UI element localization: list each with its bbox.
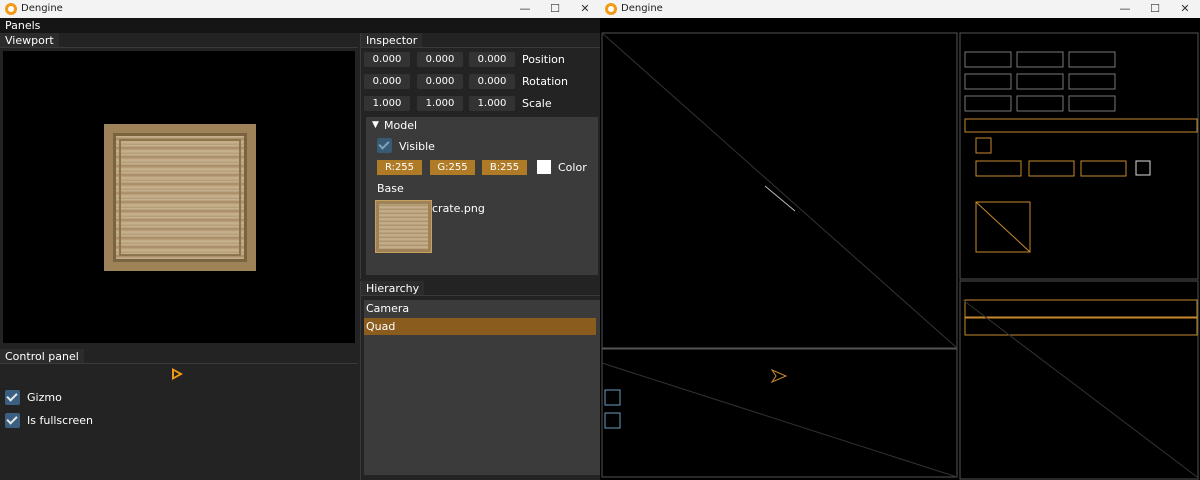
edge-swatch: [1135, 160, 1151, 176]
model-header[interactable]: Model: [384, 119, 417, 132]
edge-diagonal: [975, 201, 1031, 253]
color-label: Color: [558, 161, 587, 174]
edge-crate-line: [764, 185, 796, 212]
rotation-y-field[interactable]: 0.000: [417, 74, 463, 89]
edge-color-button: [1028, 160, 1075, 177]
edge-model-header: [964, 118, 1198, 133]
edge-render-canvas: [601, 32, 1199, 480]
title-bar-edge: Dengine — ☐ ✕: [600, 0, 1200, 18]
color-red-button[interactable]: R:255: [377, 160, 422, 175]
edge-gizmo-checkbox: [604, 389, 621, 406]
texture-thumbnail[interactable]: [375, 200, 432, 253]
inspector-panel: Inspector 0.000 0.000 0.000 Position 0.0…: [360, 33, 600, 279]
edge-diagonal: [601, 32, 958, 349]
rotation-z-field[interactable]: 0.000: [469, 74, 515, 89]
edge-field: [964, 51, 1012, 68]
tab-viewport[interactable]: Viewport: [0, 33, 59, 48]
edge-field: [964, 73, 1012, 90]
title-bar: Dengine — ☐ ✕: [0, 0, 600, 18]
tab-divider: [361, 47, 600, 48]
edge-diagonal: [962, 299, 1198, 478]
tab-hierarchy[interactable]: Hierarchy: [361, 281, 425, 296]
edge-field: [1016, 95, 1064, 112]
fullscreen-label: Is fullscreen: [27, 414, 93, 427]
collapse-triangle-icon[interactable]: ▼: [372, 120, 379, 130]
edge-hierarchy-outline: [959, 280, 1199, 480]
edge-color-button: [975, 160, 1022, 177]
scale-x-field[interactable]: 1.000: [364, 96, 410, 111]
play-icon[interactable]: [172, 368, 183, 380]
app-logo-icon: [5, 3, 17, 15]
viewport-panel: Viewport: [0, 33, 358, 348]
edge-diagonal: [601, 362, 958, 478]
edge-control-outline: [601, 348, 958, 478]
color-blue-button[interactable]: B:255: [482, 160, 527, 175]
tab-divider: [361, 295, 600, 296]
scale-z-field[interactable]: 1.000: [469, 96, 515, 111]
edge-field: [1016, 51, 1064, 68]
control-panel: Control panel Gizmo Is fullscreen: [0, 349, 358, 480]
edge-field: [1068, 51, 1116, 68]
window-title: Dengine: [21, 3, 63, 14]
close-button-edge[interactable]: ✕: [1170, 0, 1200, 18]
visible-label: Visible: [399, 140, 435, 153]
position-z-field[interactable]: 0.000: [469, 52, 515, 67]
edge-color-button: [1080, 160, 1127, 177]
tab-inspector[interactable]: Inspector: [361, 33, 423, 48]
hierarchy-item-camera[interactable]: Camera: [364, 300, 596, 317]
edge-field: [1016, 73, 1064, 90]
edge-field: [1068, 73, 1116, 90]
window-title-edge: Dengine: [621, 3, 663, 14]
position-x-field[interactable]: 0.000: [364, 52, 410, 67]
position-label: Position: [522, 53, 565, 66]
edge-visible-checkbox: [975, 137, 992, 154]
edge-hierarchy-row: [964, 299, 1198, 318]
tab-control-panel[interactable]: Control panel: [0, 349, 84, 364]
rotation-x-field[interactable]: 0.000: [364, 74, 410, 89]
gizmo-label: Gizmo: [27, 391, 62, 404]
texture-filename: crate.png: [432, 202, 485, 215]
scale-y-field[interactable]: 1.000: [417, 96, 463, 111]
edge-field: [964, 95, 1012, 112]
color-green-button[interactable]: G:255: [430, 160, 475, 175]
viewport-canvas[interactable]: [3, 51, 355, 343]
position-y-field[interactable]: 0.000: [417, 52, 463, 67]
editor-window: Dengine — ☐ ✕ Panels Viewport Control pa…: [0, 0, 600, 480]
edge-play-icon: [770, 368, 788, 384]
close-button[interactable]: ✕: [570, 0, 600, 18]
maximize-button[interactable]: ☐: [540, 0, 570, 18]
hierarchy-item-quad[interactable]: Quad: [364, 318, 596, 335]
edge-hierarchy-row: [964, 317, 1198, 336]
menu-panels[interactable]: Panels: [5, 19, 40, 32]
hierarchy-panel: Hierarchy Camera Quad: [360, 281, 600, 480]
scale-label: Scale: [522, 97, 552, 110]
edge-view-window: Dengine — ☐ ✕: [600, 0, 1200, 480]
minimize-button-edge[interactable]: —: [1110, 0, 1140, 18]
visible-checkbox[interactable]: [377, 138, 392, 153]
gizmo-checkbox[interactable]: [5, 390, 20, 405]
minimize-button[interactable]: —: [510, 0, 540, 18]
maximize-button-edge[interactable]: ☐: [1140, 0, 1170, 18]
edge-field: [1068, 95, 1116, 112]
edge-inspector-outline: [959, 32, 1199, 280]
crate-mesh: [104, 124, 256, 271]
color-swatch[interactable]: [537, 160, 551, 174]
fullscreen-checkbox[interactable]: [5, 413, 20, 428]
edge-fullscreen-checkbox: [604, 412, 621, 429]
tab-divider: [0, 47, 358, 48]
base-label: Base: [377, 182, 404, 195]
tab-divider: [0, 363, 358, 364]
model-section: ▼ Model Visible R:255 G:255 B:255 Color …: [366, 117, 598, 275]
menu-bar: Panels: [0, 18, 600, 33]
rotation-label: Rotation: [522, 75, 569, 88]
app-logo-icon: [605, 3, 617, 15]
